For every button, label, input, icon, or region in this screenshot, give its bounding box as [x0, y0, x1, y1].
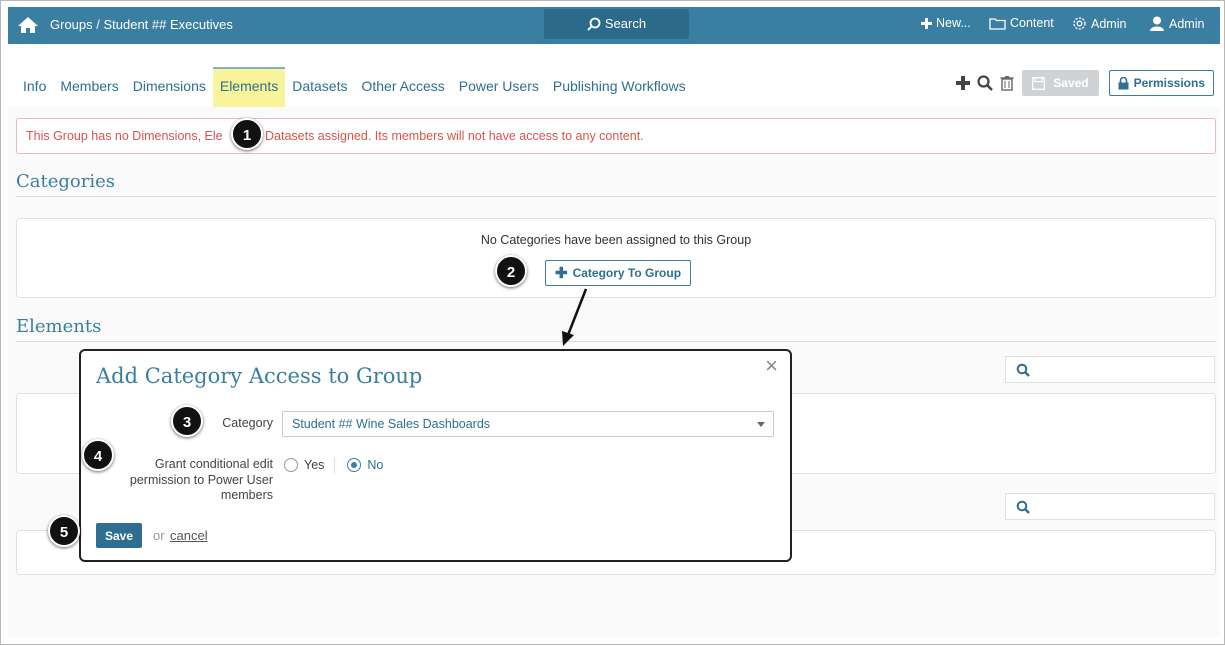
save-icon	[1032, 76, 1046, 90]
category-select-value: Student ## Wine Sales Dashboards	[292, 417, 491, 431]
breadcrumb-current: Student ## Executives	[103, 17, 233, 32]
permissions-button[interactable]: Permissions	[1108, 70, 1214, 96]
or-text: or	[153, 528, 165, 543]
home-icon[interactable]	[17, 16, 39, 34]
plus-icon	[921, 17, 932, 29]
radio-no[interactable]	[347, 458, 362, 472]
gear-icon	[1073, 17, 1086, 30]
tab-dimensions[interactable]: Dimensions	[126, 67, 213, 107]
new-menu[interactable]: New...	[921, 16, 971, 30]
elements-divider	[16, 341, 1216, 342]
permissions-label: Permissions	[1133, 76, 1205, 90]
saved-button[interactable]: Saved	[1022, 70, 1099, 96]
category-select[interactable]: Student ## Wine Sales Dashboards	[282, 411, 774, 437]
caret-down-icon	[757, 422, 765, 427]
search-icon	[587, 17, 601, 31]
grant-label-line-3: members	[220, 488, 273, 502]
alert-text: This Group has no Dimensions, Ele or Dat…	[26, 129, 644, 143]
close-icon[interactable]: ×	[765, 353, 778, 379]
user-icon	[1150, 16, 1164, 31]
radio-divider	[334, 457, 336, 473]
user-label: Admin	[1169, 16, 1205, 31]
tab-publishing-workflows[interactable]: Publishing Workflows	[546, 67, 693, 107]
trash-icon[interactable]	[998, 74, 1016, 92]
cancel-link[interactable]: cancel	[170, 528, 208, 543]
no-access-alert: This Group has no Dimensions, Ele or Dat…	[16, 118, 1216, 154]
admin-menu[interactable]: Admin	[1072, 16, 1126, 31]
add-category-access-modal: Add Category Access to Group × Category …	[79, 349, 792, 562]
callout-badge-5: 5	[48, 515, 80, 547]
modal-title: Add Category Access to Group	[96, 364, 423, 388]
tab-info[interactable]: Info	[16, 67, 53, 107]
radio-yes-label[interactable]: Yes	[304, 458, 324, 472]
search-icon	[1016, 363, 1030, 377]
plus-icon: ✚	[555, 265, 568, 282]
search-label: Search	[604, 16, 647, 31]
elements-heading: Elements	[16, 316, 102, 337]
save-button[interactable]: Save	[96, 523, 143, 548]
callout-badge-4: 4	[82, 439, 114, 471]
folder-icon	[989, 17, 1006, 30]
no-categories-text: No Categories have been assigned to this…	[480, 233, 752, 247]
callout-badge-2: 2	[495, 255, 527, 287]
admin-label: Admin	[1091, 16, 1127, 31]
grant-permission-radio-group: Yes No	[284, 457, 383, 473]
search-icon[interactable]	[976, 74, 994, 92]
datasets-search-input[interactable]	[1005, 493, 1215, 520]
grant-permission-label: Grant conditional edit permission to Pow…	[101, 457, 273, 504]
content-label: Content	[1010, 16, 1054, 30]
tab-members[interactable]: Members	[53, 67, 125, 107]
content-menu[interactable]: Content	[989, 16, 1054, 30]
add-icon[interactable]	[954, 74, 972, 92]
search-icon	[1016, 500, 1030, 514]
categories-heading: Categories	[16, 171, 115, 192]
radio-yes[interactable]	[284, 458, 298, 472]
elements-search-input[interactable]	[1005, 356, 1215, 383]
breadcrumb-separator: /	[92, 17, 104, 32]
global-search-button[interactable]: Search	[544, 9, 689, 39]
saved-label: Saved	[1053, 76, 1089, 90]
categories-divider	[16, 196, 1216, 197]
top-navigation-bar: Groups / Student ## Executives Search Ne…	[8, 7, 1220, 44]
breadcrumb: Groups / Student ## Executives	[50, 17, 233, 32]
add-category-label: Category To Group	[572, 266, 682, 280]
radio-no-label[interactable]: No	[367, 458, 383, 472]
grant-label-line-2: permission to Power User	[129, 472, 273, 487]
lock-icon	[1118, 76, 1129, 89]
group-tabs: Info Members Dimensions Elements Dataset…	[16, 67, 693, 107]
add-category-to-group-button[interactable]: ✚ Category To Group	[545, 260, 692, 286]
new-label: New...	[936, 16, 971, 30]
categories-panel: No Categories have been assigned to this…	[16, 218, 1216, 298]
tab-power-users[interactable]: Power Users	[452, 67, 546, 107]
app-window: Groups / Student ## Executives Search Ne…	[0, 0, 1225, 645]
tab-elements[interactable]: Elements	[212, 67, 286, 107]
callout-badge-1: 1	[231, 118, 263, 150]
tab-datasets[interactable]: Datasets	[285, 67, 354, 107]
toolbar: Saved Permissions	[950, 70, 1214, 96]
tab-other-access[interactable]: Other Access	[354, 67, 451, 107]
callout-badge-3: 3	[171, 405, 203, 437]
breadcrumb-root-link[interactable]: Groups	[50, 17, 93, 32]
grant-label-line-1: Grant conditional edit	[154, 457, 273, 471]
user-menu[interactable]: Admin	[1149, 16, 1204, 31]
